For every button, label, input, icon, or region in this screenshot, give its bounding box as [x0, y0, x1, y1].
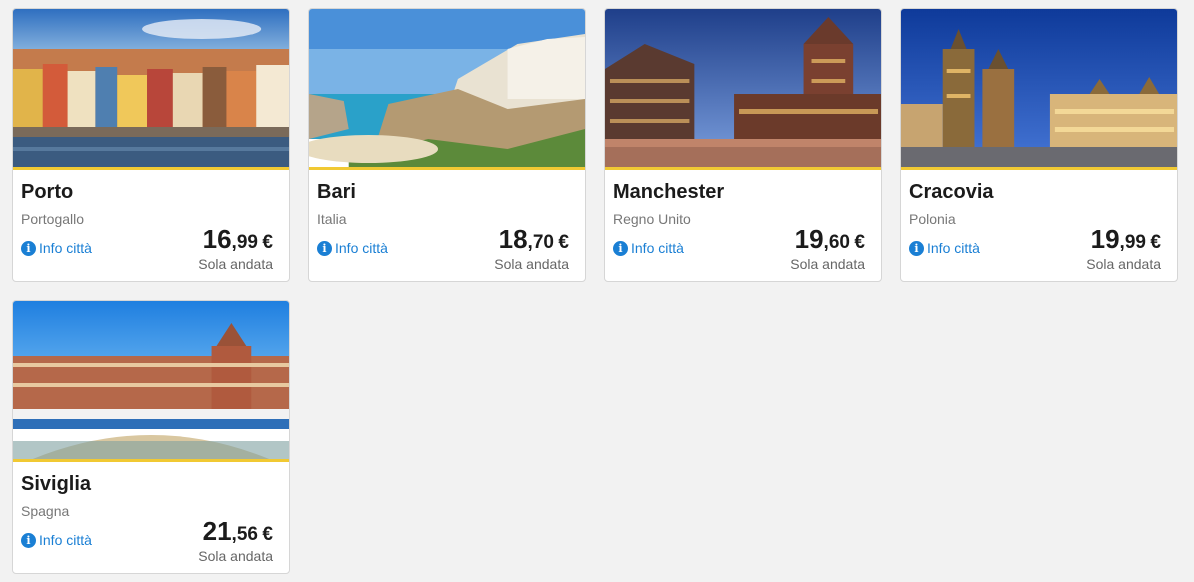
- price-integer: 21: [202, 516, 232, 546]
- info-city-label: Info città: [631, 240, 684, 256]
- price-integer: 18: [498, 224, 528, 254]
- currency-symbol: €: [262, 524, 273, 545]
- currency-symbol: €: [558, 232, 569, 253]
- price-integer: 19: [1090, 224, 1120, 254]
- currency-symbol: €: [1150, 232, 1161, 253]
- price: 19,99 €: [1091, 224, 1161, 255]
- price: 19,60 €: [795, 224, 865, 255]
- info-icon: i: [21, 240, 36, 256]
- price-decimal: ,56: [231, 524, 258, 545]
- country-name: Spagna: [21, 503, 70, 519]
- info-city-link[interactable]: i Info città: [21, 532, 92, 548]
- fare-type: Sola andata: [494, 256, 569, 272]
- info-city-link[interactable]: i Info città: [613, 240, 684, 256]
- city-photo-bari[interactable]: [309, 9, 585, 170]
- destination-card-porto[interactable]: Porto Portogallo i Info città 16,99 € So…: [12, 8, 290, 282]
- city-name: Siviglia: [21, 473, 92, 495]
- price-decimal: ,70: [527, 232, 554, 253]
- info-icon: i: [317, 240, 332, 256]
- destination-card-siviglia[interactable]: Siviglia Spagna i Info città 21,56 € Sol…: [12, 300, 290, 574]
- info-city-label: Info città: [335, 240, 388, 256]
- fare-type: Sola andata: [790, 256, 865, 272]
- destination-card-bari[interactable]: Bari Italia i Info città 18,70 € Sola an…: [308, 8, 586, 282]
- city-name: Bari: [317, 181, 356, 203]
- city-photo-siviglia[interactable]: [13, 301, 289, 462]
- info-icon: i: [909, 240, 924, 256]
- info-icon: i: [21, 532, 36, 548]
- price: 18,70 €: [499, 224, 569, 255]
- city-photo-cracovia[interactable]: [901, 9, 1177, 170]
- info-city-label: Info città: [927, 240, 980, 256]
- info-city-label: Info città: [39, 532, 92, 548]
- price-integer: 16: [202, 224, 232, 254]
- destination-card-manchester[interactable]: Manchester Regno Unito i Info città 19,6…: [604, 8, 882, 282]
- info-city-link[interactable]: i Info città: [909, 240, 980, 256]
- country-name: Portogallo: [21, 211, 85, 227]
- price-decimal: ,99: [231, 232, 258, 253]
- destination-grid: Porto Portogallo i Info città 16,99 € So…: [0, 0, 1194, 582]
- city-name: Cracovia: [909, 181, 994, 203]
- country-name: Italia: [317, 211, 347, 227]
- price-decimal: ,99: [1119, 232, 1146, 253]
- city-name: Porto: [21, 181, 74, 203]
- destination-card-cracovia[interactable]: Cracovia Polonia i Info città 19,99 € So…: [900, 8, 1178, 282]
- city-name: Manchester: [613, 181, 725, 203]
- price-decimal: ,60: [823, 232, 850, 253]
- price: 16,99 €: [203, 224, 273, 255]
- city-photo-porto[interactable]: [13, 9, 289, 170]
- info-icon: i: [613, 240, 628, 256]
- fare-type: Sola andata: [198, 256, 273, 272]
- city-photo-manchester[interactable]: [605, 9, 881, 170]
- price: 21,56 €: [203, 516, 273, 547]
- info-city-link[interactable]: i Info città: [317, 240, 388, 256]
- currency-symbol: €: [854, 232, 865, 253]
- price-integer: 19: [794, 224, 824, 254]
- fare-type: Sola andata: [198, 548, 273, 564]
- currency-symbol: €: [262, 232, 273, 253]
- fare-type: Sola andata: [1086, 256, 1161, 272]
- info-city-label: Info città: [39, 240, 92, 256]
- country-name: Polonia: [909, 211, 956, 227]
- info-city-link[interactable]: i Info città: [21, 240, 92, 256]
- country-name: Regno Unito: [613, 211, 691, 227]
